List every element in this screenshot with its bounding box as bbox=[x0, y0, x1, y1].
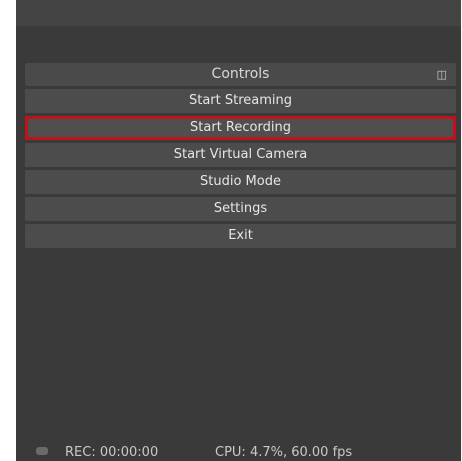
start-virtual-camera-button[interactable]: Start Virtual Camera bbox=[25, 143, 456, 167]
start-streaming-button[interactable]: Start Streaming bbox=[25, 89, 456, 113]
cpu-fps-readout: CPU: 4.7%, 60.00 fps bbox=[215, 445, 353, 460]
status-bar: REC: 00:00:00 CPU: 4.7%, 60.00 fps bbox=[16, 441, 461, 461]
controls-dock: Controls ◫ Start Streaming Start Recordi… bbox=[25, 63, 456, 251]
top-toolbar bbox=[16, 0, 461, 26]
start-recording-button[interactable]: Start Recording bbox=[25, 116, 456, 140]
dock-title-bar: Controls ◫ bbox=[25, 63, 456, 86]
recording-indicator-icon bbox=[36, 447, 48, 455]
settings-button[interactable]: Settings bbox=[25, 197, 456, 221]
recording-timer: REC: 00:00:00 bbox=[65, 445, 159, 460]
undock-icon[interactable]: ◫ bbox=[437, 63, 447, 86]
exit-button[interactable]: Exit bbox=[25, 224, 456, 248]
controls-list: Start Streaming Start Recording Start Vi… bbox=[25, 89, 456, 248]
studio-mode-button[interactable]: Studio Mode bbox=[25, 170, 456, 194]
obs-window: Controls ◫ Start Streaming Start Recordi… bbox=[16, 0, 461, 461]
dock-title: Controls bbox=[211, 66, 270, 82]
